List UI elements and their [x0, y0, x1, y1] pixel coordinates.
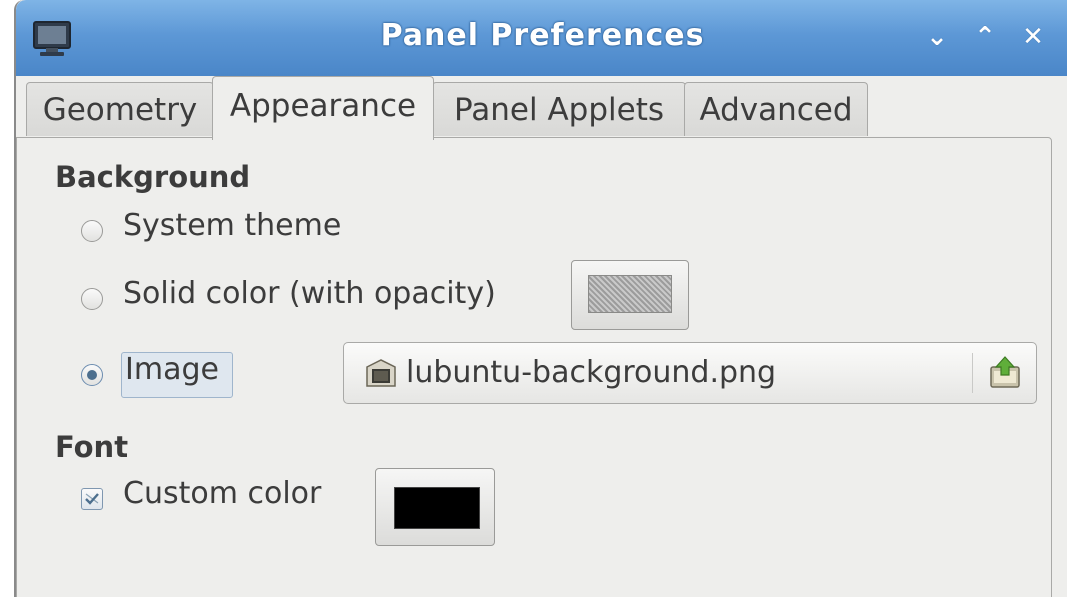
tab-appearance[interactable]: Appearance [212, 76, 434, 140]
system-theme-label[interactable]: System theme [123, 208, 341, 243]
minimize-button[interactable]: ⌄ [922, 22, 952, 52]
image-file-name: lubuntu-background.png [406, 355, 777, 390]
appearance-panel: Background System theme Solid color (wit… [16, 137, 1052, 597]
custom-color-label[interactable]: Custom color [123, 476, 321, 511]
solid-color-label[interactable]: Solid color (with opacity) [123, 276, 496, 311]
window-title: Panel Preferences [380, 18, 705, 53]
tab-geometry[interactable]: Geometry [26, 82, 214, 136]
solid-color-radio[interactable] [81, 288, 103, 310]
title-bar[interactable]: Panel Preferences ⌄ ⌃ ✕ [16, 0, 1067, 76]
maximize-button[interactable]: ⌃ [970, 22, 1000, 52]
close-button[interactable]: ✕ [1018, 22, 1048, 52]
image-file-chooser[interactable]: lubuntu-background.png [343, 342, 1037, 404]
image-label[interactable]: Image [125, 352, 219, 387]
image-file-icon [366, 359, 396, 387]
font-heading: Font [55, 430, 129, 464]
font-color-button[interactable] [375, 468, 495, 546]
font-color-swatch [394, 487, 480, 529]
system-theme-radio[interactable] [81, 220, 103, 242]
tab-panel-applets[interactable]: Panel Applets [432, 82, 686, 136]
tab-advanced[interactable]: Advanced [684, 82, 868, 136]
custom-color-checkbox[interactable] [81, 488, 103, 510]
tab-bar: Geometry Appearance Panel Applets Advanc… [16, 76, 1067, 140]
solid-color-button[interactable] [571, 260, 689, 330]
color-swatch [588, 275, 672, 313]
open-folder-icon[interactable] [988, 355, 1022, 391]
image-radio[interactable] [81, 364, 103, 386]
checkmark-icon [85, 493, 99, 505]
panel-preferences-window: Panel Preferences ⌄ ⌃ ✕ Geometry Appeara… [14, 0, 1067, 597]
background-heading: Background [55, 160, 251, 194]
monitor-icon [33, 21, 71, 56]
file-chooser-separator [972, 353, 973, 393]
